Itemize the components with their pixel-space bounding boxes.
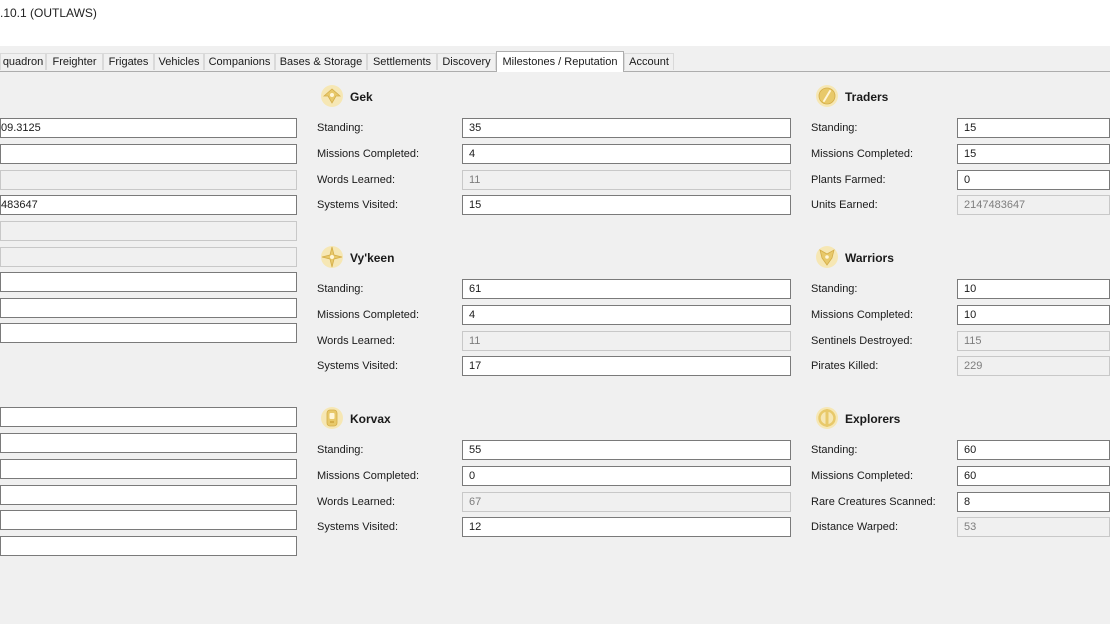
explorers-rare-label: Rare Creatures Scanned: [811,496,936,508]
left-field-4[interactable]: 483647 [0,195,297,215]
left-field-12[interactable] [0,459,297,479]
korvax-words-label: Words Learned: [317,496,396,508]
gek-emblem-icon [321,85,343,107]
korvax-standing-label: Standing: [317,444,364,456]
korvax-systems-label: Systems Visited: [317,521,399,533]
traders-units-label: Units Earned: [811,199,878,211]
explorers-distance-field: 53 [957,517,1110,537]
left-field-11[interactable] [0,433,297,453]
left-field-7[interactable] [0,272,297,292]
left-field-14[interactable] [0,510,297,530]
left-field-1[interactable]: 09.3125 [0,118,297,138]
vykeen-systems-input[interactable]: 17 [462,356,791,376]
left-field-13[interactable] [0,485,297,505]
vykeen-systems-label: Systems Visited: [317,360,399,372]
tab-squadron[interactable]: quadron [0,53,46,70]
korvax-title: Korvax [350,412,391,426]
traders-standing-label: Standing: [811,122,858,134]
explorers-standing-label: Standing: [811,444,858,456]
explorers-standing-input[interactable]: 60 [957,440,1110,460]
explorers-emblem-icon [816,407,838,429]
gek-title: Gek [350,90,373,104]
vykeen-emblem-icon [321,246,343,268]
vykeen-words-label: Words Learned: [317,335,396,347]
tab-bar: quadron Freighter Frigates Vehicles Comp… [0,51,1110,72]
vykeen-words-field: 11 [462,331,791,351]
explorers-missions-label: Missions Completed: [811,470,914,482]
explorers-rare-input[interactable]: 8 [957,492,1110,512]
left-field-8[interactable] [0,298,297,318]
tab-frigates[interactable]: Frigates [103,53,154,70]
tab-account[interactable]: Account [624,53,674,70]
gek-standing-label: Standing: [317,122,364,134]
vykeen-missions-label: Missions Completed: [317,309,420,321]
vykeen-standing-input[interactable]: 61 [462,279,791,299]
warriors-pirates-label: Pirates Killed: [811,360,879,372]
window-title: .10.1 (OUTLAWS) [0,6,97,20]
warriors-sentinels-label: Sentinels Destroyed: [811,335,913,347]
warriors-pirates-field: 229 [957,356,1110,376]
warriors-missions-label: Missions Completed: [811,309,914,321]
traders-missions-input[interactable]: 15 [957,144,1110,164]
explorers-title: Explorers [845,412,901,426]
gek-words-label: Words Learned: [317,174,396,186]
tab-freighter[interactable]: Freighter [46,53,103,70]
warriors-emblem-icon [816,246,838,268]
korvax-standing-input[interactable]: 55 [462,440,791,460]
tab-discovery[interactable]: Discovery [437,53,496,70]
tab-companions[interactable]: Companions [204,53,275,70]
warriors-title: Warriors [845,251,894,265]
traders-standing-input[interactable]: 15 [957,118,1110,138]
left-field-15[interactable] [0,536,297,556]
gek-missions-input[interactable]: 4 [462,144,791,164]
traders-units-field: 2147483647 [957,195,1110,215]
warriors-missions-input[interactable]: 10 [957,305,1110,325]
traders-plants-label: Plants Farmed: [811,174,886,186]
left-field-6 [0,247,297,267]
gek-systems-label: Systems Visited: [317,199,399,211]
korvax-words-field: 67 [462,492,791,512]
vykeen-standing-label: Standing: [317,283,364,295]
warriors-sentinels-field: 115 [957,331,1110,351]
left-field-9[interactable] [0,323,297,343]
left-field-5 [0,221,297,241]
tab-settlements[interactable]: Settlements [367,53,437,70]
gek-missions-label: Missions Completed: [317,148,420,160]
tab-milestones-reputation[interactable]: Milestones / Reputation [496,51,624,72]
title-bar: .10.1 (OUTLAWS) [0,0,1110,46]
warriors-standing-label: Standing: [811,283,858,295]
left-field-10[interactable] [0,407,297,427]
vykeen-missions-input[interactable]: 4 [462,305,791,325]
left-field-2[interactable] [0,144,297,164]
left-field-3 [0,170,297,190]
traders-title: Traders [845,90,889,104]
gek-standing-input[interactable]: 35 [462,118,791,138]
korvax-systems-input[interactable]: 12 [462,517,791,537]
explorers-missions-input[interactable]: 60 [957,466,1110,486]
vykeen-title: Vy'keen [350,251,395,265]
explorers-distance-label: Distance Warped: [811,521,899,533]
traders-emblem-icon [816,85,838,107]
korvax-missions-input[interactable]: 0 [462,466,791,486]
tab-bases-storage[interactable]: Bases & Storage [275,53,367,70]
korvax-missions-label: Missions Completed: [317,470,420,482]
tab-vehicles[interactable]: Vehicles [154,53,204,70]
warriors-standing-input[interactable]: 10 [957,279,1110,299]
traders-plants-input[interactable]: 0 [957,170,1110,190]
gek-words-field: 11 [462,170,791,190]
traders-missions-label: Missions Completed: [811,148,914,160]
gek-systems-input[interactable]: 15 [462,195,791,215]
korvax-emblem-icon [321,407,343,429]
